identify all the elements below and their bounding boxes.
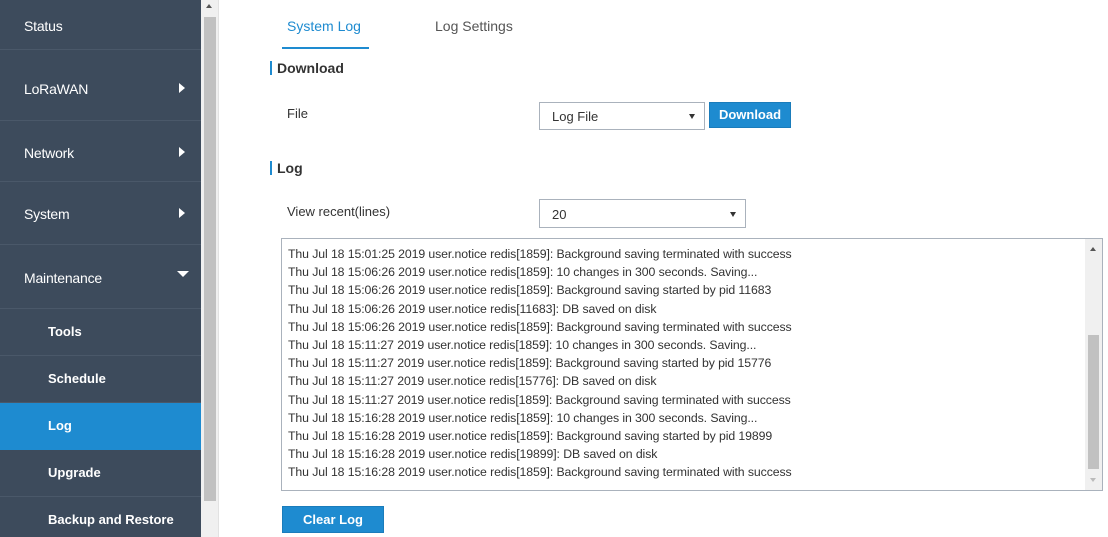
scroll-up-arrow-icon[interactable]	[1090, 247, 1096, 251]
nav-network[interactable]: Network	[0, 121, 201, 182]
section-accent-bar	[270, 161, 272, 175]
sidebar-item-label: Log	[48, 418, 72, 433]
active-tab-indicator	[282, 47, 369, 49]
tab-system-log[interactable]: System Log	[287, 18, 361, 34]
caret-down-icon	[177, 271, 189, 277]
log-line: Thu Jul 18 15:06:26 2019 user.notice red…	[288, 301, 657, 316]
sidebar-item-label: Schedule	[48, 371, 106, 386]
download-button[interactable]: Download	[709, 102, 791, 128]
log-line: Thu Jul 18 15:16:28 2019 user.notice red…	[288, 447, 658, 462]
sidebar-item-tools[interactable]: Tools	[0, 309, 201, 356]
section-title-download: Download	[277, 60, 344, 76]
log-lines: Thu Jul 18 15:01:25 2019 user.notice red…	[288, 245, 792, 482]
file-label: File	[287, 106, 308, 121]
nav-network-label: Network	[24, 145, 74, 161]
log-line: Thu Jul 18 15:16:28 2019 user.notice red…	[288, 465, 792, 480]
log-line: Thu Jul 18 15:16:28 2019 user.notice red…	[288, 429, 773, 444]
section-title-log: Log	[277, 160, 303, 176]
sidebar: Status LoRaWAN Network System Maintenanc…	[0, 0, 201, 537]
view-recent-select[interactable]: 20	[539, 199, 746, 228]
nav-system-label: System	[24, 206, 70, 222]
nav-lorawan-label: LoRaWAN	[24, 81, 89, 97]
nav-system[interactable]: System	[0, 182, 201, 245]
sidebar-item-label: Tools	[48, 324, 82, 339]
caret-right-icon	[179, 83, 185, 93]
nav-maintenance-label: Maintenance	[24, 270, 102, 286]
scroll-up-arrow-icon[interactable]	[206, 4, 212, 8]
sidebar-item-backup-restore[interactable]: Backup and Restore	[0, 497, 201, 537]
dropdown-arrow-icon	[730, 212, 736, 217]
file-select[interactable]: Log File	[539, 102, 705, 130]
log-line: Thu Jul 18 15:11:27 2019 user.notice red…	[288, 392, 791, 407]
scrollbar-thumb[interactable]	[1088, 335, 1099, 469]
log-line: Thu Jul 18 15:06:26 2019 user.notice red…	[288, 319, 792, 334]
section-accent-bar	[270, 61, 272, 75]
tab-log-settings[interactable]: Log Settings	[435, 18, 513, 34]
sidebar-item-schedule[interactable]: Schedule	[0, 356, 201, 403]
scrollbar-thumb[interactable]	[204, 17, 216, 501]
sidebar-item-label: Upgrade	[48, 465, 101, 480]
dropdown-arrow-icon	[689, 114, 695, 119]
sidebar-scrollbar[interactable]	[201, 0, 219, 537]
log-line: Thu Jul 18 15:11:27 2019 user.notice red…	[288, 374, 657, 389]
nav-status-label: Status	[24, 18, 63, 34]
sidebar-item-upgrade[interactable]: Upgrade	[0, 450, 201, 497]
sidebar-item-label: Backup and Restore	[48, 512, 174, 527]
log-line: Thu Jul 18 15:06:26 2019 user.notice red…	[288, 265, 758, 280]
nav-status[interactable]: Status	[0, 0, 201, 50]
nav-maintenance[interactable]: Maintenance	[0, 245, 201, 309]
log-line: Thu Jul 18 15:16:28 2019 user.notice red…	[288, 410, 758, 425]
view-recent-label: View recent(lines)	[287, 204, 391, 219]
log-textarea[interactable]: Thu Jul 18 15:01:25 2019 user.notice red…	[281, 238, 1103, 491]
sidebar-item-log[interactable]: Log	[0, 403, 201, 450]
view-recent-value: 20	[552, 207, 567, 222]
log-line: Thu Jul 18 15:06:26 2019 user.notice red…	[288, 283, 772, 298]
caret-right-icon	[179, 208, 185, 218]
clear-log-button[interactable]: Clear Log	[282, 506, 384, 533]
caret-right-icon	[179, 147, 185, 157]
log-line: Thu Jul 18 15:11:27 2019 user.notice red…	[288, 356, 772, 371]
nav-lorawan[interactable]: LoRaWAN	[0, 50, 201, 121]
log-scrollbar[interactable]	[1085, 239, 1102, 490]
log-line: Thu Jul 18 15:11:27 2019 user.notice red…	[288, 338, 757, 353]
log-line: Thu Jul 18 15:01:25 2019 user.notice red…	[288, 247, 792, 261]
file-select-value: Log File	[552, 109, 599, 124]
scroll-down-arrow-icon[interactable]	[1090, 478, 1096, 482]
